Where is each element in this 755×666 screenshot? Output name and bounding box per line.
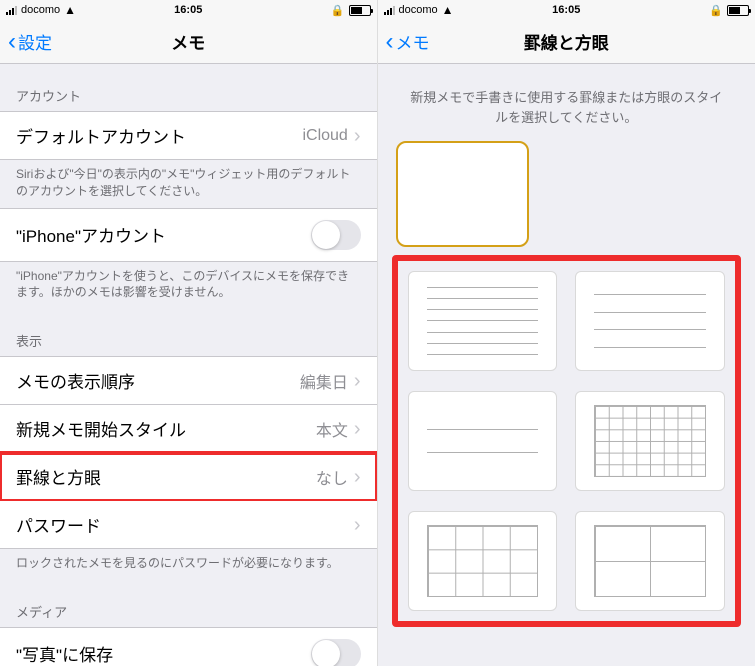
row-label: 罫線と方眼 [16, 464, 316, 489]
row-sort-order[interactable]: メモの表示順序 編集日 › [0, 356, 377, 405]
settings-memo-screen: docomo ▲ 16:05 🔒 ‹ 設定 メモ アカウント デフォルトアカウン… [0, 0, 378, 666]
lock-icon: 🔒 [709, 4, 723, 17]
status-bar: docomo ▲ 16:05 🔒 [0, 0, 377, 20]
row-value: なし [316, 465, 348, 489]
row-value: iCloud [302, 127, 347, 145]
wifi-icon: ▲ [442, 3, 454, 17]
style-options-highlight [392, 255, 742, 627]
chevron-left-icon: ‹ [386, 30, 394, 54]
style-picker: 新規メモで手書きに使用する罫線または方眼のスタイルを選択してください。 [378, 64, 755, 666]
style-option-grid-large[interactable] [575, 511, 725, 611]
back-label: 設定 [18, 29, 52, 54]
back-button[interactable]: ‹ 設定 [8, 29, 52, 54]
chevron-left-icon: ‹ [8, 30, 16, 54]
battery-icon [349, 5, 371, 16]
page-title: 罫線と方眼 [378, 29, 755, 54]
nav-bar: ‹ 設定 メモ [0, 20, 377, 64]
row-password[interactable]: パスワード › [0, 501, 377, 549]
row-lines-and-grid[interactable]: 罫線と方眼 なし › [0, 453, 377, 501]
row-label: "写真"に保存 [16, 641, 311, 666]
settings-list[interactable]: アカウント デフォルトアカウント iCloud › Siriおよび"今日"の表示… [0, 64, 377, 666]
row-label: パスワード [16, 512, 354, 537]
style-option-lines-wide[interactable] [575, 271, 725, 371]
chevron-right-icon: › [354, 467, 361, 487]
chevron-right-icon: › [354, 126, 361, 146]
style-option-blank-selected[interactable] [396, 141, 529, 247]
style-option-lines-narrow[interactable] [408, 271, 558, 371]
chevron-right-icon: › [354, 371, 361, 391]
style-option-lines-sparse[interactable] [408, 391, 558, 491]
back-label: メモ [396, 29, 430, 54]
row-value: 本文 [316, 417, 348, 441]
row-label: デフォルトアカウント [16, 123, 302, 148]
page-title: メモ [0, 29, 377, 54]
carrier-label: docomo [399, 4, 438, 16]
row-save-to-photos[interactable]: "写真"に保存 [0, 627, 377, 666]
carrier-label: docomo [21, 4, 60, 16]
signal-icon [6, 5, 17, 15]
section-header-display: 表示 [0, 309, 377, 356]
section-footer-account: Siriおよび"今日"の表示内の"メモ"ウィジェット用のデフォルトのアカウントを… [0, 160, 377, 208]
back-button[interactable]: ‹ メモ [386, 29, 430, 54]
row-default-account[interactable]: デフォルトアカウント iCloud › [0, 111, 377, 160]
row-label: "iPhone"アカウント [16, 222, 311, 247]
toggle-iphone-account[interactable] [311, 220, 361, 250]
chevron-right-icon: › [354, 515, 361, 535]
row-label: 新規メモ開始スタイル [16, 416, 316, 441]
section-footer-password: ロックされたメモを見るのにパスワードが必要になります。 [0, 549, 377, 580]
row-value: 編集日 [300, 369, 348, 393]
section-footer-iphone: "iPhone"アカウントを使うと、このデバイスにメモを保存できます。ほかのメモ… [0, 262, 377, 310]
signal-icon [384, 5, 395, 15]
style-option-grid-medium[interactable] [408, 511, 558, 611]
row-iphone-account[interactable]: "iPhone"アカウント [0, 208, 377, 262]
style-option-grid-small[interactable] [575, 391, 725, 491]
section-header-account: アカウント [0, 64, 377, 111]
section-header-media: メディア [0, 580, 377, 627]
lines-grid-screen: docomo ▲ 16:05 🔒 ‹ メモ 罫線と方眼 新規メモで手書きに使用す… [378, 0, 755, 666]
lock-icon: 🔒 [331, 4, 345, 17]
picker-description: 新規メモで手書きに使用する罫線または方眼のスタイルを選択してください。 [378, 64, 755, 141]
nav-bar: ‹ メモ 罫線と方眼 [378, 20, 755, 64]
battery-icon [727, 5, 749, 16]
wifi-icon: ▲ [64, 3, 76, 17]
row-start-style[interactable]: 新規メモ開始スタイル 本文 › [0, 405, 377, 453]
toggle-save-to-photos[interactable] [311, 639, 361, 666]
status-bar: docomo ▲ 16:05 🔒 [378, 0, 755, 20]
chevron-right-icon: › [354, 419, 361, 439]
row-label: メモの表示順序 [16, 368, 300, 393]
